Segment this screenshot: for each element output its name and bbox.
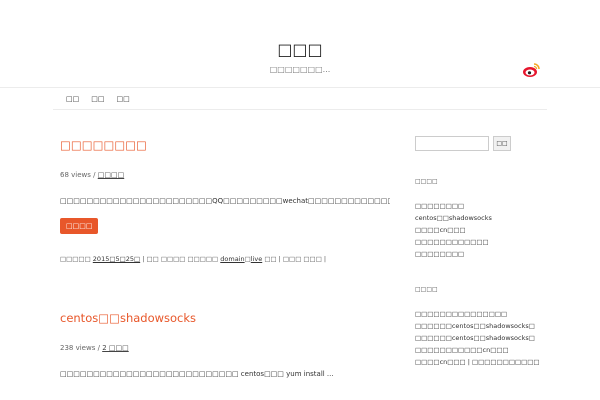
post-meta: 68 views / □□□□ <box>60 171 390 179</box>
search-form: □□ <box>415 136 511 151</box>
post-foot-rest: | □□ □□□□ □□□□□ <box>142 255 221 263</box>
post-foot-tail: □□ | □□□ □□□ | <box>264 255 327 263</box>
post-excerpt: □□□□□□□□□□□□□□□□□□□□□□□QQ□□□□□□□□□wechat… <box>60 197 390 205</box>
list-item[interactable]: □□□□□□□□□□□cn□□□ <box>415 344 565 356</box>
list-item[interactable]: □□□□cn□□□ | □□□□□□□□□□□ <box>415 356 565 368</box>
list-item[interactable]: □□□□□□□□□□□□□□□ <box>415 308 565 320</box>
widget-recent-comments: □□□□ □□□□□□□□□□□□□□□ □□□□□□centos□□shado… <box>415 286 565 368</box>
widget-title: □□□□ <box>415 286 438 293</box>
list-item[interactable]: centos□□shadowsocks <box>415 212 565 224</box>
list-item[interactable]: □□□□□□centos□□shadowsocks□ <box>415 320 565 332</box>
site-description: □□□□□□□... <box>269 65 331 74</box>
post-views: 238 views <box>60 344 96 352</box>
post-2: centos□□shadowsocks 238 views / 2 □□□ □□… <box>60 307 390 378</box>
widget-recent-posts: □□□□ □□□□□□□□ centos□□shadowsocks □□□□cn… <box>415 178 565 260</box>
meta-separator: / <box>97 344 100 352</box>
search-button[interactable]: □□ <box>493 136 511 151</box>
post-foot-prefix: □□□□□ <box>60 255 91 263</box>
recent-comments-list: □□□□□□□□□□□□□□□ □□□□□□centos□□shadowsock… <box>415 308 565 368</box>
list-item[interactable]: □□□□□□□□ <box>415 248 565 260</box>
post-title[interactable]: □□□□□□□□ <box>60 138 147 152</box>
nav-item-2[interactable]: □□ <box>91 95 104 103</box>
weibo-icon[interactable] <box>522 62 540 78</box>
read-more-button[interactable]: □□□□ <box>60 218 99 234</box>
list-item[interactable]: □□□□□□□□□□□□ <box>415 236 565 248</box>
post-views: 68 views <box>60 171 91 179</box>
post-meta: 238 views / 2 □□□ <box>60 344 390 352</box>
post-footer: □□□□□ 2015□5□25□ | □□ □□□□ □□□□□ domain □… <box>60 255 327 263</box>
widget-title: □□□□ <box>415 178 438 185</box>
meta-separator: / <box>93 171 96 179</box>
search-input[interactable] <box>415 136 489 151</box>
nav-item-1[interactable]: □□ <box>66 95 79 103</box>
list-item[interactable]: □□□□□□□□ <box>415 200 565 212</box>
post-excerpt: □□□□□□□□□□□□□□□□□□□□□□□□□□□ centos□□□ yu… <box>60 370 334 378</box>
tag-link-domain[interactable]: domain <box>220 255 244 263</box>
site-header: □□□ □□□□□□□... <box>0 0 600 88</box>
recent-posts-list: □□□□□□□□ centos□□shadowsocks □□□□cn□□□ □… <box>415 200 565 260</box>
post-comments-link[interactable]: 2 □□□ <box>102 344 129 352</box>
site-title[interactable]: □□□ <box>0 40 600 59</box>
list-item[interactable]: □□□□□□centos□□shadowsocks□ <box>415 332 565 344</box>
post-title[interactable]: centos□□shadowsocks <box>60 311 196 325</box>
post-date-link[interactable]: 2015□5□25□ <box>93 255 140 263</box>
tag-link-live[interactable]: live <box>251 255 262 263</box>
list-item[interactable]: □□□□cn□□□ <box>415 224 565 236</box>
main-nav: □□ □□ □□ <box>53 88 547 110</box>
post-1: □□□□□□□□ 68 views / □□□□ □□□□□□□□□□□□□□□… <box>60 134 390 263</box>
post-category-link[interactable]: □□□□ <box>98 171 124 179</box>
nav-item-3[interactable]: □□ <box>116 95 129 103</box>
